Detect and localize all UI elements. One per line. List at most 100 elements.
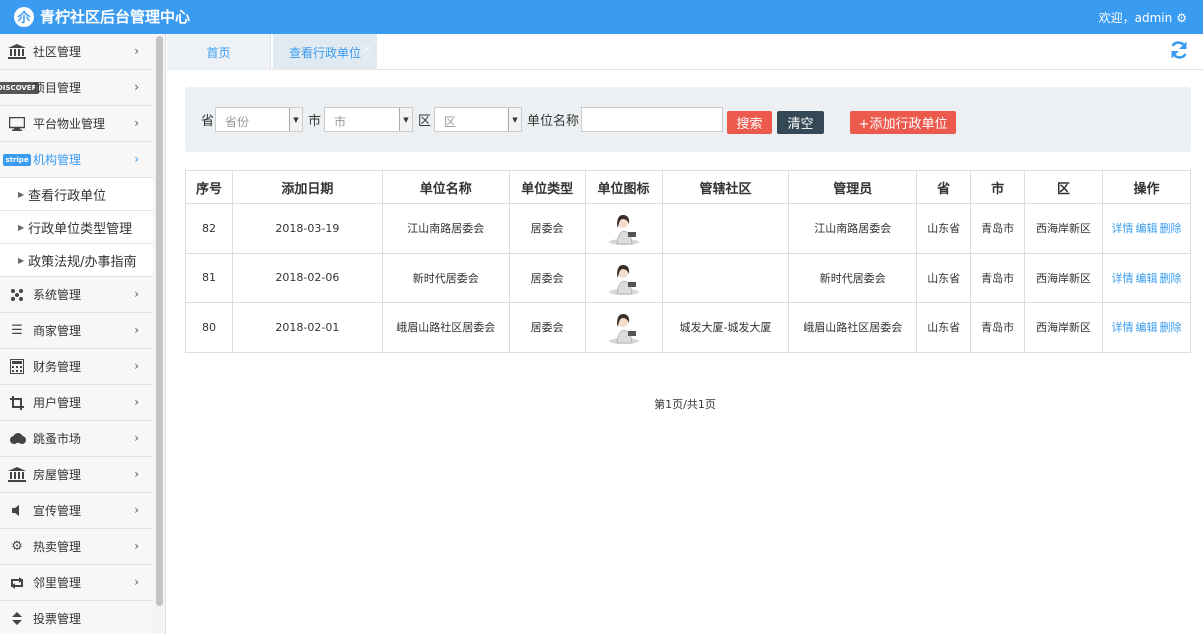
province-select-value: 省份 bbox=[225, 115, 250, 129]
chevron-right-icon: › bbox=[134, 152, 139, 166]
sidebar-item-flea-market[interactable]: 跳蚤市场 › bbox=[0, 421, 153, 457]
province-label: 省 bbox=[201, 114, 215, 129]
cell-city: 青岛市 bbox=[970, 203, 1026, 254]
sidebar-item-label: 机构管理 bbox=[33, 153, 82, 167]
cell-community: 城发大厦-城发大厦 bbox=[661, 302, 790, 353]
sidebar-item-label: 商家管理 bbox=[33, 324, 82, 338]
chevron-right-icon: › bbox=[134, 503, 139, 517]
caret-down-icon: ▼ bbox=[289, 108, 302, 131]
sidebar-item-label: 财务管理 bbox=[33, 360, 82, 374]
sidebar-item-vote[interactable]: 投票管理 bbox=[0, 601, 153, 634]
cell-community bbox=[661, 203, 790, 254]
sidebar-subitem-unit-types[interactable]: ▶ 行政单位类型管理 bbox=[0, 211, 153, 244]
tab-view-admin-units[interactable]: 查看行政单位 × bbox=[273, 34, 377, 70]
delete-link[interactable]: 删除 bbox=[1160, 222, 1182, 235]
detail-link[interactable]: 详情 bbox=[1112, 272, 1134, 285]
chevron-right-icon: › bbox=[134, 467, 139, 481]
cell-date: 2018-03-19 bbox=[231, 203, 383, 254]
sidebar-item-finance[interactable]: 财务管理 › bbox=[0, 349, 153, 385]
add-admin-unit-button[interactable]: +添加行政单位 bbox=[850, 111, 956, 134]
cell-ops: 详情 编辑 删除 bbox=[1102, 302, 1191, 353]
cloud-icon bbox=[7, 431, 27, 447]
district-select[interactable]: 区 ▼ bbox=[434, 107, 522, 132]
brand-logo-icon: 尒 bbox=[14, 6, 34, 27]
gear-icon[interactable]: ⚙ bbox=[1176, 11, 1187, 25]
sort-icon bbox=[7, 611, 27, 627]
chevron-right-icon: › bbox=[134, 359, 139, 373]
city-select[interactable]: 市 ▼ bbox=[324, 107, 413, 132]
calculator-icon bbox=[7, 359, 27, 375]
edit-link[interactable]: 编辑 bbox=[1136, 222, 1158, 235]
province-select[interactable]: 省份 ▼ bbox=[215, 107, 303, 132]
sidebar-item-user[interactable]: 用户管理 › bbox=[0, 385, 153, 421]
search-button[interactable]: 搜索 bbox=[727, 111, 772, 134]
delete-link[interactable]: 删除 bbox=[1160, 321, 1182, 334]
sidebar-item-label: 系统管理 bbox=[33, 288, 82, 302]
col-header: 管辖社区 bbox=[661, 170, 790, 204]
clear-button[interactable]: 清空 bbox=[777, 111, 824, 134]
sidebar-menu: 社区管理 › DISCOVER 项目管理 › 平台物业管理 › stripe 机… bbox=[0, 34, 153, 634]
discover-card-icon: DISCOVER bbox=[0, 80, 39, 96]
col-header: 单位类型 bbox=[508, 170, 586, 204]
sidebar-item-label: 邻里管理 bbox=[33, 576, 82, 590]
unit-name-input[interactable] bbox=[581, 107, 723, 132]
triangle-right-icon: ▶ bbox=[18, 189, 25, 199]
detail-link[interactable]: 详情 bbox=[1112, 321, 1134, 334]
cell-name: 江山南路居委会 bbox=[381, 203, 510, 254]
city-label: 市 bbox=[308, 114, 322, 129]
cell-type: 居委会 bbox=[508, 252, 586, 303]
monitor-icon bbox=[7, 116, 27, 132]
unit-avatar-image bbox=[605, 210, 642, 247]
bank-icon bbox=[7, 44, 27, 60]
cell-admin: 江山南路居委会 bbox=[788, 203, 918, 254]
sidebar-subitem-view-admin-units[interactable]: ▶ 查看行政单位 bbox=[0, 178, 153, 211]
tab-home[interactable]: 首页 bbox=[167, 34, 271, 70]
user-menu[interactable]: 欢迎，admin ⚙ bbox=[1099, 9, 1187, 26]
close-icon[interactable]: × bbox=[363, 44, 371, 55]
network-icon bbox=[7, 287, 27, 303]
brand[interactable]: 尒 青柠社区后台管理中心 bbox=[14, 6, 190, 27]
detail-link[interactable]: 详情 bbox=[1112, 222, 1134, 235]
sidebar-item-neighbor[interactable]: 邻里管理 › bbox=[0, 565, 153, 601]
chevron-right-icon: › bbox=[134, 116, 139, 130]
sidebar-subitem-label: 查看行政单位 bbox=[28, 188, 107, 204]
chevron-right-icon: › bbox=[134, 287, 139, 301]
cell-city: 青岛市 bbox=[970, 252, 1026, 303]
cell-province: 山东省 bbox=[916, 203, 972, 254]
sidebar-item-house[interactable]: 房屋管理 › bbox=[0, 457, 153, 493]
col-header: 省 bbox=[916, 170, 972, 204]
cell-ops: 详情 编辑 删除 bbox=[1102, 203, 1191, 254]
refresh-icon[interactable] bbox=[1169, 40, 1189, 63]
cell-admin: 新时代居委会 bbox=[788, 252, 918, 303]
cell-id: 80 bbox=[185, 302, 233, 353]
sidebar-item-community[interactable]: 社区管理 › bbox=[0, 34, 153, 70]
chevron-right-icon: › bbox=[134, 395, 139, 409]
chevron-right-icon: › bbox=[134, 575, 139, 589]
col-header: 区 bbox=[1024, 170, 1103, 204]
sidebar-item-merchant[interactable]: ☰ 商家管理 › bbox=[0, 313, 153, 349]
sidebar-scrollbar[interactable] bbox=[156, 36, 163, 606]
caret-down-icon: ▼ bbox=[399, 108, 412, 131]
sidebar-item-project[interactable]: DISCOVER 项目管理 › bbox=[0, 70, 153, 106]
sidebar-item-organization[interactable]: stripe 机构管理 › bbox=[0, 142, 153, 178]
edit-link[interactable]: 编辑 bbox=[1136, 272, 1158, 285]
cell-date: 2018-02-06 bbox=[231, 252, 383, 303]
pagination-text: 第1页/共1页 bbox=[654, 398, 716, 411]
main-content: 首页 查看行政单位 × 省 省份 ▼ 市 市 ▼ 区 区 ▼ 单位名称 搜索 清… bbox=[167, 34, 1203, 634]
sidebar-item-system[interactable]: 系统管理 › bbox=[0, 277, 153, 313]
sidebar: 社区管理 › DISCOVER 项目管理 › 平台物业管理 › stripe 机… bbox=[0, 34, 166, 634]
cell-district: 西海岸新区 bbox=[1024, 302, 1103, 353]
edit-link[interactable]: 编辑 bbox=[1136, 321, 1158, 334]
sidebar-item-label: 跳蚤市场 bbox=[33, 432, 82, 446]
sidebar-item-label: 热卖管理 bbox=[33, 540, 82, 554]
sidebar-item-hot-sale[interactable]: ⚙ 热卖管理 › bbox=[0, 529, 153, 565]
sidebar-item-property[interactable]: 平台物业管理 › bbox=[0, 106, 153, 142]
cell-name: 峨眉山路社区居委会 bbox=[381, 302, 510, 353]
sidebar-subitem-label: 政策法规/办事指南 bbox=[28, 254, 137, 270]
col-header: 单位名称 bbox=[381, 170, 510, 204]
cell-ops: 详情 编辑 删除 bbox=[1102, 252, 1191, 303]
sidebar-item-publicity[interactable]: 宣传管理 › bbox=[0, 493, 153, 529]
delete-link[interactable]: 删除 bbox=[1160, 272, 1182, 285]
sidebar-subitem-policies[interactable]: ▶ 政策法规/办事指南 bbox=[0, 244, 153, 277]
filter-bar: 省 省份 ▼ 市 市 ▼ 区 区 ▼ 单位名称 搜索 清空 +添加行政单位 bbox=[185, 87, 1191, 152]
